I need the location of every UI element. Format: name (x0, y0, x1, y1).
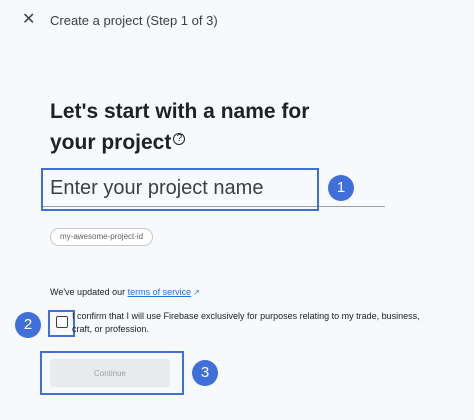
top-bar: ✕ Create a project (Step 1 of 3) (0, 0, 474, 40)
step-title: Create a project (Step 1 of 3) (50, 13, 218, 28)
tos-prefix: We've updated our (50, 287, 128, 297)
annotation-badge-1: 1 (328, 175, 354, 201)
heading-line-2: your project (50, 131, 172, 154)
tos-notice: We've updated our terms of service ↗ (50, 287, 200, 297)
heading-line-1: Let's start with a name for (50, 100, 310, 123)
page-heading: Let's start with a name for your project… (50, 96, 380, 158)
project-id-chip[interactable]: my-awesome-project-id (50, 228, 154, 246)
confirm-checkbox[interactable] (56, 316, 68, 328)
annotation-badge-3: 3 (192, 360, 218, 386)
continue-button[interactable]: Continue (50, 359, 170, 387)
close-icon[interactable]: ✕ (22, 12, 35, 28)
confirm-text: I confirm that I will use Firebase exclu… (72, 311, 420, 334)
external-link-icon: ↗ (193, 288, 200, 297)
annotation-badge-2: 2 (15, 312, 41, 338)
terms-of-service-link[interactable]: terms of service (128, 287, 192, 297)
help-icon[interactable]: ? (173, 133, 186, 145)
